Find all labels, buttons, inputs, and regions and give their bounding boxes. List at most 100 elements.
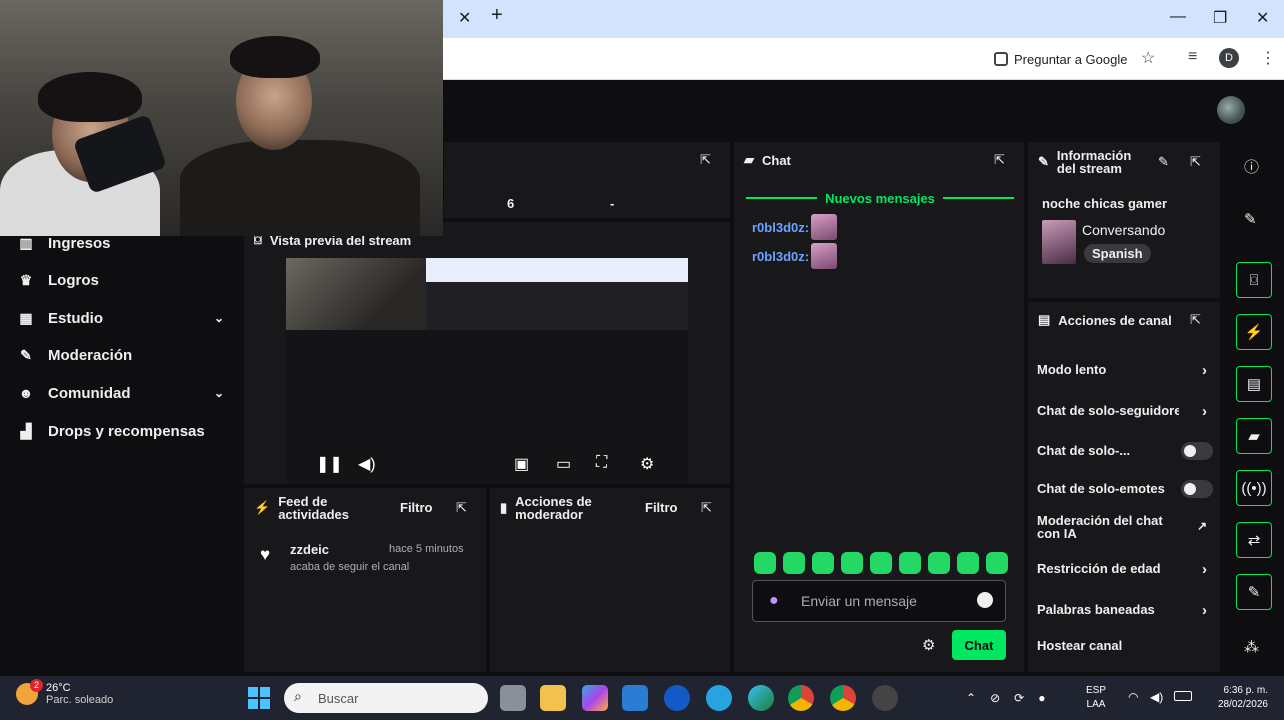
chat-input[interactable]: ● Enviar un mensaje bbox=[752, 580, 1006, 622]
stream-preview-video[interactable]: ❚❚ ◀) ▣ ▭ ⛶ ⚙ bbox=[286, 258, 688, 484]
drops-icon: ▟ bbox=[20, 422, 32, 439]
mic-icon[interactable]: ● bbox=[1038, 691, 1045, 705]
bolt-icon[interactable]: ⚡ bbox=[1236, 314, 1272, 350]
toggle-switch[interactable] bbox=[1181, 442, 1213, 460]
store-icon[interactable] bbox=[622, 685, 648, 711]
notification-badge: 2 bbox=[30, 679, 43, 692]
emote[interactable] bbox=[986, 552, 1008, 574]
maximize-icon[interactable]: ❐ bbox=[1213, 8, 1227, 28]
broadcast-icon[interactable]: ((•)) bbox=[1236, 470, 1272, 506]
pause-icon[interactable]: ❚❚ bbox=[316, 454, 343, 474]
weather-temp: 26°C bbox=[46, 682, 71, 694]
action-ai-moderation[interactable]: Moderación del chat con IA ↗ bbox=[1037, 514, 1213, 540]
volume-icon[interactable]: ◀) bbox=[358, 454, 376, 474]
chat-send-button[interactable]: Chat bbox=[952, 630, 1006, 660]
more-icon[interactable]: ⁂ bbox=[1244, 638, 1259, 656]
sync-icon[interactable]: ⟳ bbox=[1014, 691, 1024, 705]
popout-icon[interactable]: ⇱ bbox=[994, 152, 1005, 168]
action-emotes-only[interactable]: Chat de solo-emotes bbox=[1037, 480, 1213, 498]
toggle-switch[interactable] bbox=[1181, 480, 1213, 498]
system-clock[interactable]: 6:36 p. m. 28/02/2026 bbox=[1204, 684, 1268, 712]
chevron-up-icon[interactable]: ⌃ bbox=[966, 691, 976, 705]
emote-row bbox=[754, 552, 1008, 574]
sidebar-item-estudio[interactable]: ▦ Estudio ⌄ bbox=[18, 307, 228, 329]
info-icon[interactable]: ⓘ bbox=[1244, 156, 1259, 177]
emote[interactable] bbox=[899, 552, 921, 574]
sidebar-item-logros[interactable]: ♛ Logros bbox=[18, 269, 228, 291]
media-queue-icon[interactable]: ≡ bbox=[1188, 48, 1197, 66]
popout-icon[interactable]: ⇱ bbox=[456, 500, 467, 516]
language-indicator[interactable]: ESP LAA bbox=[1086, 684, 1106, 712]
weather-widget[interactable]: 2 26°C Parc. soleado bbox=[16, 679, 113, 706]
action-subs-only[interactable]: Chat de solo-... bbox=[1037, 442, 1213, 460]
volume-icon[interactable]: ◀) bbox=[1150, 690, 1163, 704]
mic-icon[interactable]: ● bbox=[769, 592, 779, 610]
close-window-icon[interactable]: ✕ bbox=[1256, 8, 1269, 28]
network-off-icon[interactable]: ⊘ bbox=[990, 691, 1000, 705]
close-tab-icon[interactable]: ✕ bbox=[458, 8, 471, 28]
edit-icon[interactable]: ✎ bbox=[1244, 210, 1257, 228]
popout-icon[interactable]: ⇱ bbox=[1190, 154, 1201, 170]
user-avatar[interactable] bbox=[1217, 96, 1245, 124]
sidebar-item-comunidad[interactable]: ☻ Comunidad ⌄ bbox=[18, 382, 228, 404]
chat-bubble-icon[interactable]: ▰ bbox=[1236, 418, 1272, 454]
fullscreen-icon[interactable]: ⛶ bbox=[596, 454, 607, 472]
feed-user[interactable]: zzdeic bbox=[290, 542, 329, 557]
star-icon[interactable]: ☆ bbox=[1141, 48, 1155, 68]
popout-icon[interactable]: ⇱ bbox=[700, 152, 711, 168]
theatre-icon[interactable]: ▭ bbox=[556, 454, 571, 474]
wrench-icon[interactable]: ✎ bbox=[1236, 574, 1272, 610]
chat-username[interactable]: r0bl3d0z: bbox=[752, 220, 809, 235]
sidebar-item-drops[interactable]: ▟ Drops y recompensas bbox=[18, 420, 228, 442]
ask-google-button[interactable]: Preguntar a Google bbox=[986, 46, 1135, 72]
emote[interactable] bbox=[928, 552, 950, 574]
stream-tag[interactable]: Spanish bbox=[1084, 244, 1151, 263]
pip-icon[interactable]: ▣ bbox=[514, 454, 529, 474]
action-followers-only[interactable]: Chat de solo-seguidores › bbox=[1037, 403, 1213, 420]
edge-icon[interactable] bbox=[748, 685, 774, 711]
taskbar-search[interactable]: ⌕ Buscar bbox=[284, 683, 488, 713]
wifi-icon[interactable]: ◠ bbox=[1128, 690, 1138, 704]
action-slow-mode[interactable]: Modo lento › bbox=[1037, 362, 1213, 379]
emote[interactable] bbox=[754, 552, 776, 574]
clock-time: 6:36 p. m. bbox=[1223, 685, 1268, 696]
popout-icon[interactable]: ⇱ bbox=[1190, 312, 1201, 328]
app-icon[interactable] bbox=[872, 685, 898, 711]
filter-button[interactable]: Filtro bbox=[400, 500, 433, 515]
sidebar-item-moderacion[interactable]: ✎ Moderación bbox=[18, 344, 228, 366]
task-view-icon[interactable] bbox=[500, 685, 526, 711]
battery-icon[interactable] bbox=[1174, 691, 1192, 701]
browser-menu-icon[interactable]: ⋮ bbox=[1260, 48, 1276, 68]
popout-icon[interactable]: ⇱ bbox=[701, 500, 712, 516]
settings-icon[interactable]: ⚙ bbox=[640, 454, 654, 474]
app-icon[interactable] bbox=[706, 685, 732, 711]
action-age-restriction[interactable]: Restricción de edad › bbox=[1037, 561, 1213, 578]
lens-icon bbox=[994, 52, 1008, 66]
minimize-icon[interactable]: — bbox=[1170, 8, 1186, 26]
stream-category[interactable]: Conversando bbox=[1082, 222, 1165, 238]
edit-icon[interactable]: ✎ bbox=[1158, 154, 1169, 170]
start-icon[interactable] bbox=[248, 687, 270, 709]
chrome-icon[interactable] bbox=[788, 685, 814, 711]
new-tab-icon[interactable]: + bbox=[491, 4, 503, 27]
action-host-channel[interactable]: Hostear canal bbox=[1037, 638, 1213, 653]
notes-icon[interactable]: ▤ bbox=[1236, 366, 1272, 402]
filter-button[interactable]: Filtro bbox=[645, 500, 678, 515]
emote[interactable] bbox=[957, 552, 979, 574]
emote[interactable] bbox=[841, 552, 863, 574]
emote[interactable] bbox=[783, 552, 805, 574]
chat-username[interactable]: r0bl3d0z: bbox=[752, 249, 809, 264]
chat-settings-icon[interactable]: ⚙ bbox=[922, 636, 935, 654]
file-explorer-icon[interactable] bbox=[540, 685, 566, 711]
chrome-profile-icon[interactable] bbox=[830, 685, 856, 711]
action-banned-words[interactable]: Palabras baneadas › bbox=[1037, 602, 1213, 619]
sidebar-item-label: Drops y recompensas bbox=[48, 422, 205, 440]
raid-icon[interactable]: ⇄ bbox=[1236, 522, 1272, 558]
emote[interactable] bbox=[870, 552, 892, 574]
profile-avatar[interactable]: D bbox=[1219, 48, 1239, 68]
emoji-icon[interactable] bbox=[977, 592, 993, 608]
copilot-icon[interactable] bbox=[582, 685, 608, 711]
clip-icon[interactable]: ⌼ bbox=[1236, 262, 1272, 298]
hp-icon[interactable] bbox=[664, 685, 690, 711]
emote[interactable] bbox=[812, 552, 834, 574]
